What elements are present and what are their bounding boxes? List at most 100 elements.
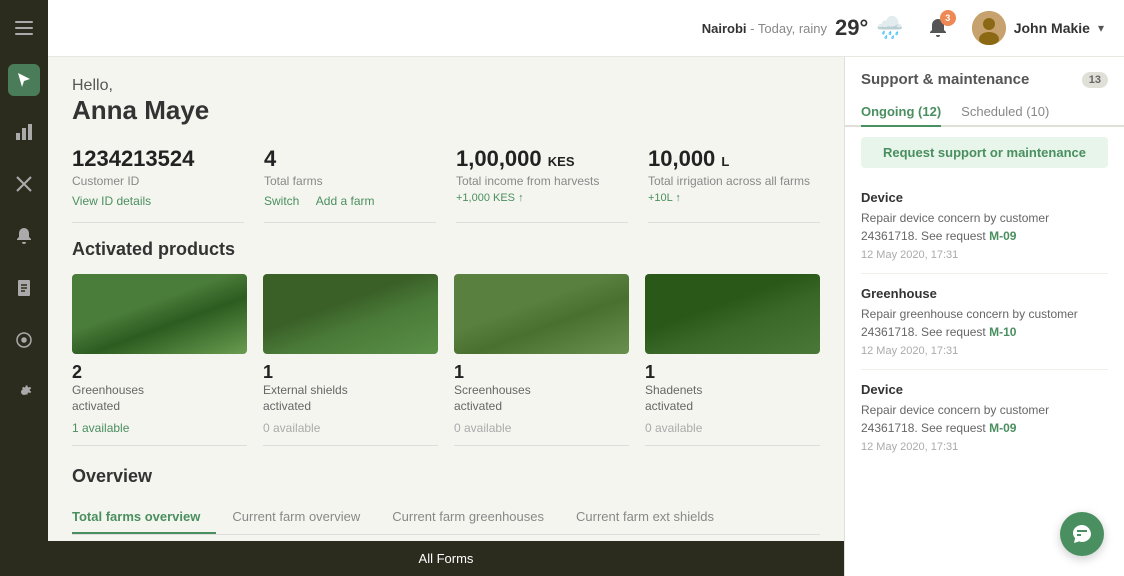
cursor-icon[interactable] bbox=[8, 64, 40, 96]
stat-irrigation: 10,000 L Total irrigation across all far… bbox=[648, 146, 820, 223]
support-category-1: Device bbox=[861, 190, 1108, 205]
support-count-badge: 13 bbox=[1082, 72, 1108, 88]
stats-row: 1234213524 Customer ID View ID details 4… bbox=[72, 146, 820, 223]
greenhouses-available: 1 available bbox=[72, 421, 247, 435]
doc-icon[interactable] bbox=[8, 272, 40, 304]
switch-link[interactable]: Switch bbox=[264, 194, 299, 208]
screenhouses-image bbox=[454, 274, 629, 354]
notifications-badge: 3 bbox=[940, 10, 956, 26]
weather-location: Nairobi - Today, rainy bbox=[702, 21, 827, 36]
shields-available: 0 available bbox=[263, 421, 438, 435]
menu-icon[interactable] bbox=[8, 12, 40, 44]
support-time-2: 12 May 2020, 17:31 bbox=[861, 345, 1108, 357]
chevron-down-icon: ▾ bbox=[1098, 21, 1104, 35]
tab-scheduled[interactable]: Scheduled (10) bbox=[961, 98, 1049, 127]
compass-icon[interactable] bbox=[8, 324, 40, 356]
shields-label: External shieldsactivated bbox=[263, 383, 438, 414]
product-ext-shields: 1 External shieldsactivated 0 available bbox=[263, 274, 438, 445]
support-item-3: Device Repair device concern by customer… bbox=[861, 370, 1108, 465]
view-id-link[interactable]: View ID details bbox=[72, 194, 151, 208]
income-change: +1,000 KES ↑ bbox=[456, 192, 628, 204]
farms-value: 4 bbox=[264, 146, 436, 172]
stat-income: 1,00,000 KES Total income from harvests … bbox=[456, 146, 628, 223]
farms-label: Total farms bbox=[264, 174, 436, 188]
support-desc-2: Repair greenhouse concern by customer 24… bbox=[861, 305, 1108, 341]
settings-icon[interactable] bbox=[8, 376, 40, 408]
customer-id-label: Customer ID bbox=[72, 174, 244, 188]
support-category-2: Greenhouse bbox=[861, 286, 1108, 301]
greeting-name: Anna Maye bbox=[72, 95, 820, 126]
tab-ongoing[interactable]: Ongoing (12) bbox=[861, 98, 941, 127]
greenhouses-label: Greenhousesactivated bbox=[72, 383, 247, 414]
stat-customer-id: 1234213524 Customer ID View ID details bbox=[72, 146, 244, 223]
header: Nairobi - Today, rainy 29° 🌧️ 3 John Mak… bbox=[48, 0, 1124, 57]
support-link-2[interactable]: M-10 bbox=[989, 325, 1016, 339]
shields-count: 1 bbox=[263, 362, 438, 383]
product-screenhouses: 1 Screenhousesactivated 0 available bbox=[454, 274, 629, 445]
sidebar bbox=[0, 0, 48, 576]
product-greenhouses: 2 Greenhousesactivated 1 available bbox=[72, 274, 247, 445]
tab-farm-greenhouses[interactable]: Current farm greenhouses bbox=[376, 501, 560, 534]
screenhouses-count: 1 bbox=[454, 362, 629, 383]
support-desc-1: Repair device concern by customer 243617… bbox=[861, 209, 1108, 245]
shields-image bbox=[263, 274, 438, 354]
support-tabs: Ongoing (12) Scheduled (10) bbox=[845, 98, 1124, 127]
add-farm-link[interactable]: Add a farm bbox=[316, 194, 375, 208]
irrigation-value: 10,000 L bbox=[648, 146, 820, 172]
avatar bbox=[972, 11, 1006, 45]
weather-info: Nairobi - Today, rainy 29° 🌧️ bbox=[702, 15, 904, 41]
right-panel-header: Support & maintenance 13 bbox=[845, 57, 1124, 98]
support-item-2: Greenhouse Repair greenhouse concern by … bbox=[861, 274, 1108, 370]
content-area: Hello, Anna Maye 1234213524 Customer ID … bbox=[48, 57, 1124, 576]
products-grid: 2 Greenhousesactivated 1 available 1 Ext… bbox=[72, 274, 820, 445]
temperature-display: 29° bbox=[835, 15, 868, 41]
user-name: John Makie bbox=[1014, 20, 1090, 36]
main-area: Nairobi - Today, rainy 29° 🌧️ 3 John Mak… bbox=[48, 0, 1124, 576]
income-label: Total income from harvests bbox=[456, 174, 628, 188]
tab-total-farms[interactable]: Total farms overview bbox=[72, 501, 216, 534]
customer-id-value: 1234213524 bbox=[72, 146, 244, 172]
shadenets-available: 0 available bbox=[645, 421, 820, 435]
tab-farm-ext-shields[interactable]: Current farm ext shields bbox=[560, 501, 730, 534]
support-link-1[interactable]: M-09 bbox=[989, 229, 1016, 243]
irrigation-label: Total irrigation across all farms bbox=[648, 174, 820, 188]
activated-products-section: Activated products 2 Greenhousesactivate… bbox=[72, 239, 820, 445]
overview-title: Overview bbox=[72, 466, 820, 487]
support-category-3: Device bbox=[861, 382, 1108, 397]
support-time-1: 12 May 2020, 17:31 bbox=[861, 249, 1108, 261]
chat-fab[interactable] bbox=[1060, 512, 1104, 556]
greeting-section: Hello, Anna Maye bbox=[72, 77, 820, 126]
notifications-button[interactable]: 3 bbox=[920, 10, 956, 46]
support-desc-3: Repair device concern by customer 243617… bbox=[861, 401, 1108, 437]
left-panel: Hello, Anna Maye 1234213524 Customer ID … bbox=[48, 57, 844, 576]
all-forms-label: All Forms bbox=[419, 551, 474, 566]
shadenets-image bbox=[645, 274, 820, 354]
screenhouses-available: 0 available bbox=[454, 421, 629, 435]
bell-icon[interactable] bbox=[8, 220, 40, 252]
overview-tabs: Total farms overview Current farm overvi… bbox=[72, 501, 820, 535]
screenhouses-label: Screenhousesactivated bbox=[454, 383, 629, 414]
irrigation-change: +10L ↑ bbox=[648, 192, 820, 204]
weather-cloud-icon: 🌧️ bbox=[876, 15, 903, 41]
shadenets-count: 1 bbox=[645, 362, 820, 383]
right-panel: Support & maintenance 13 Ongoing (12) Sc… bbox=[844, 57, 1124, 576]
weather-desc: - Today, rainy bbox=[750, 21, 827, 36]
request-support-button[interactable]: Request support or maintenance bbox=[861, 137, 1108, 168]
support-link-3[interactable]: M-09 bbox=[989, 421, 1016, 435]
stat-total-farms: 4 Total farms Switch Add a farm bbox=[264, 146, 436, 223]
support-title: Support & maintenance bbox=[861, 71, 1029, 88]
tools-icon[interactable] bbox=[8, 168, 40, 200]
product-shadenets: 1 Shadenetsactivated 0 available bbox=[645, 274, 820, 445]
all-forms-tab[interactable]: All Forms bbox=[48, 541, 844, 576]
support-item-1: Device Repair device concern by customer… bbox=[861, 178, 1108, 274]
greenhouse-image bbox=[72, 274, 247, 354]
greeting-hello: Hello, bbox=[72, 77, 820, 95]
shadenets-label: Shadenetsactivated bbox=[645, 383, 820, 414]
income-value: 1,00,000 KES bbox=[456, 146, 628, 172]
support-time-3: 12 May 2020, 17:31 bbox=[861, 441, 1108, 453]
greenhouses-count: 2 bbox=[72, 362, 247, 383]
products-title: Activated products bbox=[72, 239, 820, 260]
user-menu[interactable]: John Makie ▾ bbox=[972, 11, 1104, 45]
chart-icon[interactable] bbox=[8, 116, 40, 148]
tab-current-farm[interactable]: Current farm overview bbox=[216, 501, 376, 534]
